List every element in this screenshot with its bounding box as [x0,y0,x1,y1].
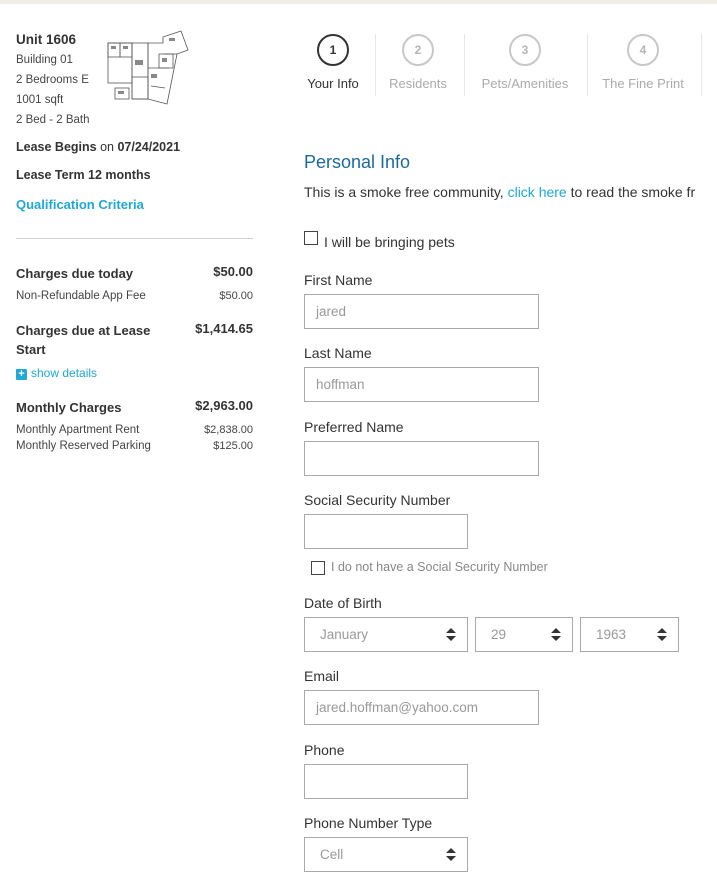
lease-begins-date: 07/24/2021 [117,140,181,154]
phone-type-select[interactable]: Cell [304,837,468,872]
step-separator [587,34,588,96]
smoke-text: This is a smoke free community, [304,184,508,200]
show-details-link[interactable]: + show details [16,366,97,380]
dob-month-value: January [320,627,369,642]
charges-due-lease-start-amount: $1,414.65 [195,321,253,336]
preferred-name-field[interactable] [304,441,539,476]
monthly-charges-label: Monthly Charges [16,400,122,415]
section-title: Personal Info [304,152,411,172]
pets-checkbox-label: I will be bringing pets [324,234,455,250]
parking-row: Monthly Reserved Parking $125.00 [16,440,253,452]
step-label: Your Info [307,76,359,91]
last-name-label: Last Name [304,345,372,361]
square-feet: 1001 sqft [16,94,64,106]
preferred-name-label: Preferred Name [304,419,404,435]
first-name-field[interactable]: jared [304,294,539,329]
lease-term: Lease Term 12 months [16,168,151,182]
no-ssn-label: I do not have a Social Security Number [331,560,548,574]
progress-stepper: 1 Your Info 2 Residents 3 Pets/Amenities… [300,34,717,96]
updown-arrows-icon [551,628,561,641]
beds-baths: 2 Bed - 2 Bath [16,114,90,126]
phone-label: Phone [304,742,345,758]
charges-due-today-amount: $50.00 [213,264,253,279]
step-number: 2 [402,34,434,66]
dob-year-value: 1963 [596,627,627,642]
phone-type-label: Phone Number Type [304,815,433,831]
dob-year-select[interactable]: 1963 [580,617,679,652]
ssn-label: Social Security Number [304,492,451,508]
ssn-field[interactable] [304,514,468,549]
charges-due-today-label: Charges due today [16,266,134,281]
step-separator [464,34,465,96]
dob-day-select[interactable]: 29 [475,617,573,652]
divider [16,238,253,239]
app-fee-label: Non-Refundable App Fee [16,290,146,302]
first-name-label: First Name [304,272,373,288]
pets-checkbox[interactable] [304,231,318,245]
dob-month-select[interactable]: January [304,617,468,652]
app-fee-row: Non-Refundable App Fee $50.00 [16,290,253,302]
no-ssn-checkbox[interactable] [311,561,325,575]
last-name-field[interactable]: hoffman [304,367,539,402]
building: Building 01 [16,54,73,66]
qualification-criteria-link[interactable]: Qualification Criteria [16,197,144,212]
updown-arrows-icon [446,628,456,641]
lease-begins-label: Lease Begins [16,140,97,154]
dob-day-value: 29 [491,627,507,642]
parking-label: Monthly Reserved Parking [16,440,151,452]
top-bar [0,0,717,4]
step-separator [701,34,702,96]
rent-row: Monthly Apartment Rent $2,838.00 [16,424,253,436]
parking-amount: $125.00 [213,440,253,452]
lease-begins: Lease Begins on 07/24/2021 [16,140,180,154]
step-number: 1 [317,34,349,66]
floorplan-name: 2 Bedrooms E [16,74,89,86]
lease-term-text: Lease Term 12 months [16,168,151,182]
phone-type-value: Cell [320,847,344,862]
rent-amount: $2,838.00 [204,424,253,436]
step-number: 4 [627,34,659,66]
updown-arrows-icon [446,848,456,861]
rent-label: Monthly Apartment Rent [16,424,140,436]
step-separator [375,34,376,96]
floorplan-image [107,30,189,105]
updown-arrows-icon [657,628,667,641]
step-fine-print[interactable]: 4 The Fine Print [598,34,688,91]
app-fee-amount: $50.00 [219,290,253,302]
step-number: 3 [509,34,541,66]
lease-begins-on: on [100,140,114,154]
dob-label: Date of Birth [304,595,382,611]
email-label: Email [304,668,340,684]
smoke-policy-link[interactable]: click here [508,184,567,200]
plus-icon: + [16,369,27,380]
smoke-text-after: to read the smoke fr [566,184,696,200]
step-your-info[interactable]: 1 Your Info [304,34,362,91]
show-details-label: show details [31,366,98,380]
step-residents[interactable]: 2 Residents [386,34,450,91]
monthly-charges-amount: $2,963.00 [195,398,253,413]
step-label: Residents [389,76,447,91]
phone-field[interactable] [304,764,468,799]
email-field[interactable]: jared.hoffman@yahoo.com [304,690,539,725]
unit-title: Unit 1606 [16,32,77,47]
charges-due-lease-start-label: Charges due at Lease Start [16,323,151,357]
step-label: Pets/Amenities [481,76,569,91]
step-pets-amenities[interactable]: 3 Pets/Amenities [476,34,574,91]
smoke-free-notice: This is a smoke free community, click he… [304,184,695,200]
step-label: The Fine Print [602,76,684,91]
